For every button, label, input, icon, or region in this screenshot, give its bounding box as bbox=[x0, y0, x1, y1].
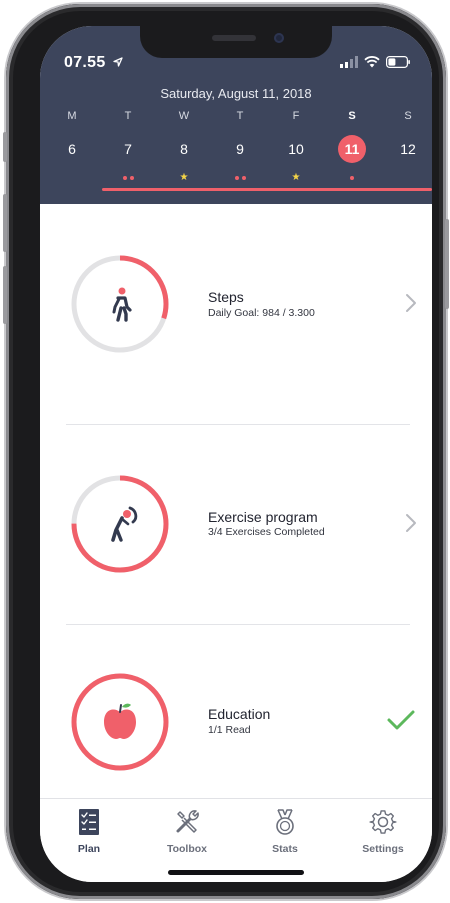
calendar-day-name: F bbox=[292, 110, 300, 122]
star-icon: ★ bbox=[291, 172, 301, 183]
divider bbox=[66, 624, 410, 625]
mute-switch bbox=[3, 132, 7, 162]
status-time-text: 07.55 bbox=[64, 54, 106, 71]
calendar-day-name: W bbox=[178, 110, 190, 122]
status-icons bbox=[340, 56, 410, 68]
battery-icon bbox=[386, 56, 410, 68]
volume-up-button bbox=[3, 194, 7, 252]
education-title: Education bbox=[208, 706, 271, 722]
calendar-day-number-selected: 11 bbox=[338, 135, 366, 163]
tab-stats[interactable]: Stats bbox=[236, 805, 334, 865]
status-time: 07.55 bbox=[64, 54, 123, 72]
task-row-exercise[interactable]: Exercise program 3/4 Exercises Completed bbox=[40, 426, 432, 626]
tab-settings[interactable]: Settings bbox=[334, 805, 432, 865]
chevron-right-icon[interactable] bbox=[402, 292, 420, 314]
divider bbox=[66, 424, 410, 425]
phone-frame: 07.55 Saturday, August 11, 2018 M 6 T 7 … bbox=[3, 4, 449, 899]
location-arrow-icon bbox=[113, 57, 123, 67]
wifi-icon bbox=[364, 56, 380, 68]
tab-toolbox[interactable]: Toolbox bbox=[138, 805, 236, 865]
home-indicator bbox=[168, 870, 304, 875]
chevron-right-icon[interactable] bbox=[402, 512, 420, 534]
task-row-education[interactable]: Education 1/1 Read bbox=[40, 626, 432, 826]
exercise-subtitle: 3/4 Exercises Completed bbox=[208, 526, 325, 538]
calendar-day-number: 6 bbox=[68, 141, 76, 157]
tab-plan-label: Plan bbox=[77, 843, 101, 855]
calendar-day-name: T bbox=[236, 110, 244, 122]
walking-person-icon bbox=[112, 287, 132, 322]
front-camera bbox=[274, 33, 284, 43]
medal-icon bbox=[276, 809, 294, 835]
star-icon: ★ bbox=[179, 172, 189, 183]
calendar-day-number: 9 bbox=[236, 141, 244, 157]
empty-marker bbox=[388, 167, 428, 177]
tab-toolbox-label: Toolbox bbox=[166, 843, 208, 855]
notch bbox=[140, 26, 332, 58]
calendar-day-name: M bbox=[67, 110, 77, 122]
activity-dots-icon bbox=[108, 167, 148, 180]
volume-down-button bbox=[3, 266, 7, 324]
tools-icon bbox=[176, 810, 199, 833]
tab-settings-label: Settings bbox=[362, 843, 404, 855]
power-button bbox=[445, 219, 449, 309]
exercise-title: Exercise program bbox=[208, 509, 318, 525]
calendar-day-number: 8 bbox=[180, 141, 188, 157]
tab-plan[interactable]: Plan bbox=[40, 805, 138, 865]
week-strip: M 6 T 7 W 8 ★ T 9 F 10 ★ S 11 S 12 bbox=[40, 110, 432, 190]
app-screen: 07.55 Saturday, August 11, 2018 M 6 T 7 … bbox=[40, 26, 432, 882]
calendar-day-name: S bbox=[404, 110, 412, 122]
steps-progress-ring bbox=[71, 255, 169, 353]
calendar-day-name: S bbox=[348, 110, 356, 122]
tab-stats-label: Stats bbox=[272, 843, 298, 855]
calendar-day-number: 12 bbox=[400, 141, 416, 157]
selected-date-title: Saturday, August 11, 2018 bbox=[160, 86, 312, 101]
exercise-progress-ring bbox=[71, 475, 169, 573]
steps-title: Steps bbox=[208, 289, 244, 305]
cellular-signal-icon bbox=[340, 56, 358, 68]
speaker bbox=[212, 35, 256, 41]
checklist-icon bbox=[79, 809, 99, 835]
activity-dots-icon bbox=[220, 167, 260, 180]
checkmark-icon bbox=[387, 710, 415, 730]
education-progress-ring bbox=[71, 673, 169, 771]
calendar-day-number: 10 bbox=[288, 141, 304, 157]
gear-icon bbox=[369, 810, 397, 834]
task-row-steps[interactable]: Steps Daily Goal: 984 / 3.300 bbox=[40, 204, 432, 404]
calendar-day-name: T bbox=[124, 110, 132, 122]
apple-icon bbox=[104, 703, 136, 739]
education-subtitle: 1/1 Read bbox=[208, 724, 251, 736]
activity-dots-icon bbox=[332, 167, 372, 180]
stretching-person-icon bbox=[111, 506, 138, 542]
steps-subtitle: Daily Goal: 984 / 3.300 bbox=[208, 307, 315, 319]
empty-marker bbox=[52, 167, 92, 177]
week-progress-bar bbox=[102, 188, 432, 191]
calendar-day-number: 7 bbox=[124, 141, 132, 157]
